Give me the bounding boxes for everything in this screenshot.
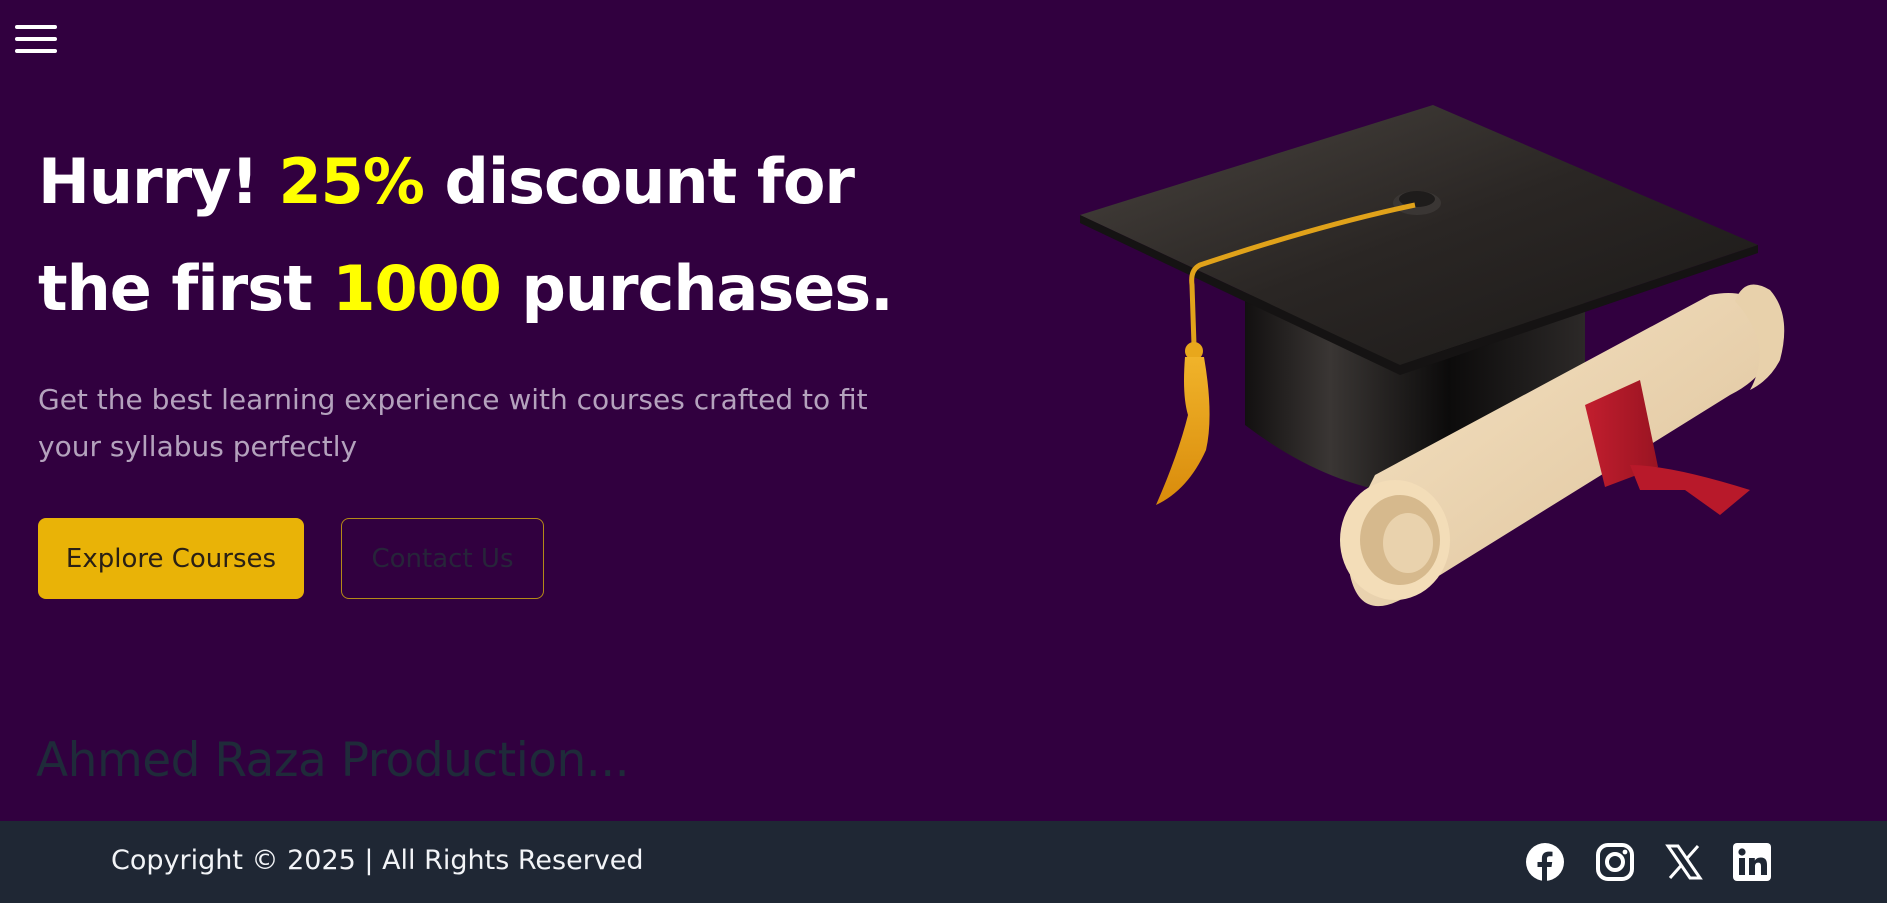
watermark-text: Ahmed Raza Production... [36, 733, 630, 788]
discount-highlight: 25% [278, 145, 424, 218]
title-text: purchases. [500, 252, 893, 325]
hamburger-menu-icon[interactable] [15, 22, 57, 56]
linkedin-icon[interactable] [1733, 843, 1771, 881]
title-text: discount for [423, 145, 855, 218]
purchases-highlight: 1000 [332, 252, 502, 325]
footer: Copyright © 2025 | All Rights Reserved [0, 821, 1887, 903]
graduation-cap-and-diploma-illustration [1080, 105, 1785, 607]
title-text: Hurry! [38, 145, 279, 218]
hero-title: Hurry! 25% discount for the first 1000 p… [38, 128, 938, 342]
instagram-icon[interactable] [1596, 843, 1634, 881]
facebook-icon[interactable] [1526, 843, 1564, 881]
hero-subtitle: Get the best learning experience with co… [38, 383, 868, 463]
x-icon[interactable] [1665, 843, 1703, 881]
explore-courses-button[interactable]: Explore Courses [38, 518, 304, 599]
contact-us-button[interactable]: Contact Us [341, 518, 544, 599]
title-text: the first [38, 252, 333, 325]
copyright-text: Copyright © 2025 | All Rights Reserved [111, 845, 644, 876]
